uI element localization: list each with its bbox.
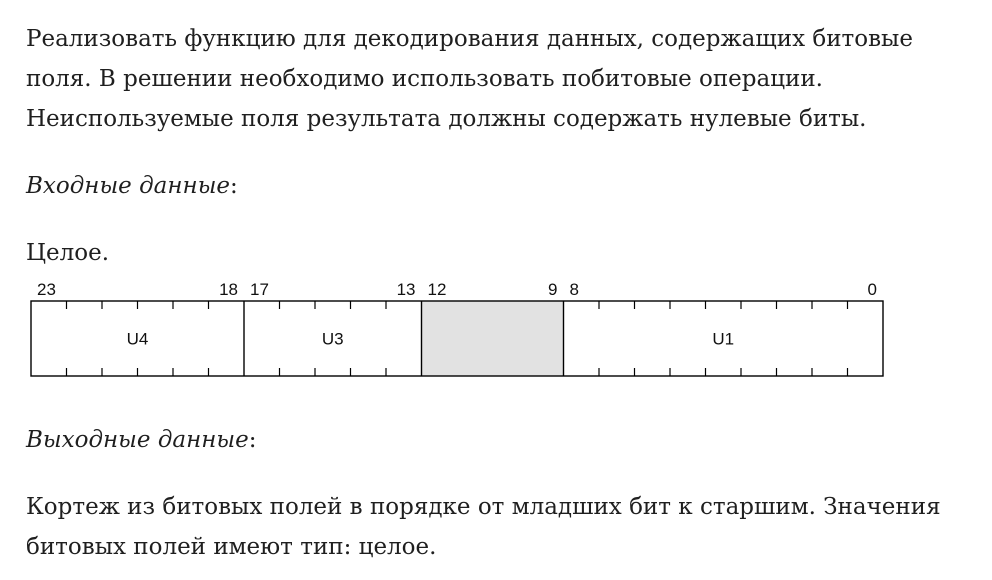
input-heading-colon: : — [230, 173, 238, 199]
bitfield-name-u3: U3 — [322, 330, 344, 349]
bitfield-frame — [30, 300, 884, 377]
task-description-line-1: Реализовать функцию для декодирования да… — [26, 26, 913, 52]
output-description-line-1: Кортеж из битовых полей в порядке от мла… — [26, 494, 941, 520]
task-description-line-3: Неиспользуемые поля результата должны со… — [26, 106, 867, 132]
bit-index-label: 12 — [428, 280, 447, 299]
output-description-line-2: битовых полей имеют тип: целое. — [26, 534, 437, 560]
bitfield-name-u1: U1 — [712, 330, 734, 349]
input-type: Целое. — [26, 240, 110, 266]
bit-index-label: 23 — [37, 280, 56, 299]
task-description: Реализовать функцию для декодирования да… — [26, 19, 913, 139]
output-heading-text: Выходные данные — [26, 427, 249, 453]
input-heading-text: Входные данные — [26, 173, 231, 199]
bit-index-label: 13 — [397, 280, 416, 299]
bit-index-label: 18 — [219, 280, 238, 299]
bit-index-label: 17 — [250, 280, 269, 299]
bitfield-name-u4: U4 — [127, 330, 149, 349]
task-description-line-2: поля. В решении необходимо использовать … — [26, 66, 823, 92]
bitfield-cell-u1 — [563, 301, 883, 376]
bit-index-label: 9 — [548, 280, 557, 299]
output-description: Кортеж из битовых полей в порядке от мла… — [26, 487, 941, 567]
bit-index-label: 8 — [570, 280, 579, 299]
bitfield-cell-u3 — [244, 301, 422, 376]
bitfield-unused-cell — [421, 301, 564, 376]
bitfield-cell-u4 — [31, 301, 244, 376]
bit-index-label: 0 — [868, 280, 877, 299]
input-heading: Входные данные: — [26, 166, 238, 206]
output-heading-colon: : — [248, 427, 257, 453]
output-heading: Выходные данные: — [26, 420, 257, 460]
